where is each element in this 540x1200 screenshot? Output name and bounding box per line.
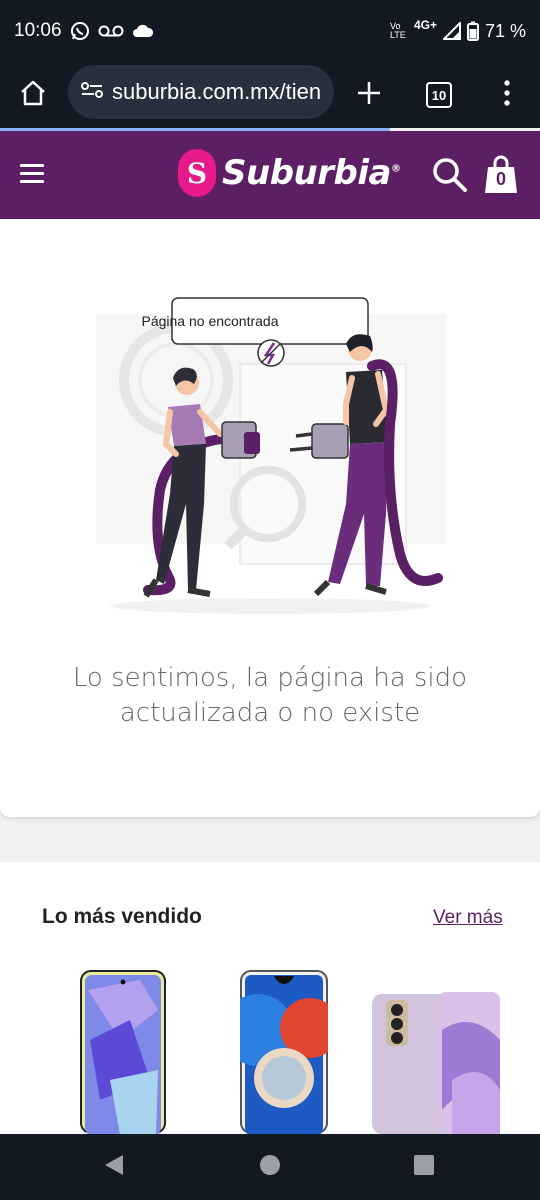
status-bar: 10:06 Vo LTE 4G+ 71 % xyxy=(0,0,540,62)
cart-count: 0 xyxy=(495,169,506,189)
android-nav-bar xyxy=(0,1134,540,1200)
volte-icon: Vo LTE xyxy=(389,21,406,40)
home-icon xyxy=(19,79,47,112)
product-image xyxy=(372,992,500,1134)
tabs-button[interactable]: 10 xyxy=(406,62,472,128)
not-found-bubble: Página no encontrada xyxy=(141,313,279,329)
section-title: Lo más vendido xyxy=(42,905,202,928)
logo-text: Suburbia® xyxy=(222,153,401,193)
hamburger-menu-icon[interactable] xyxy=(20,164,44,184)
home-nav-button[interactable] xyxy=(230,1134,310,1200)
tabs-icon: 10 xyxy=(426,82,452,108)
product-card[interactable] xyxy=(222,970,340,1139)
recents-button[interactable] xyxy=(384,1134,464,1200)
back-icon xyxy=(103,1153,125,1182)
battery-icon xyxy=(466,21,479,41)
suburbia-logo[interactable]: S Suburbia® xyxy=(178,149,401,197)
error-card: Página no encontrada Lo sentimos, la pág… xyxy=(0,219,540,817)
battery-percent: 71 % xyxy=(484,20,526,41)
address-bar[interactable]: suburbia.com.mx/tien xyxy=(68,65,334,119)
error-message: Lo sentimos, la página ha sido actualiza… xyxy=(72,663,468,728)
site-settings-icon[interactable] xyxy=(80,80,104,105)
signal-icon xyxy=(442,22,461,40)
product-card[interactable] xyxy=(372,970,500,1139)
product-image xyxy=(80,970,166,1135)
menu-button[interactable] xyxy=(474,62,540,128)
whatsapp-icon xyxy=(70,21,90,41)
new-tab-button[interactable] xyxy=(336,62,402,128)
logo-mark: S xyxy=(178,149,216,197)
recents-icon xyxy=(413,1154,435,1181)
menu-dots-icon xyxy=(503,79,511,111)
back-button[interactable] xyxy=(74,1134,154,1200)
home-circle-icon xyxy=(259,1154,281,1181)
status-time: 10:06 xyxy=(14,20,62,41)
new-tab-icon xyxy=(356,80,382,111)
network-type: 4G+ xyxy=(413,18,437,32)
search-icon[interactable] xyxy=(432,157,468,198)
cloud-icon xyxy=(132,24,154,38)
browser-toolbar: suburbia.com.mx/tien 10 xyxy=(0,62,540,128)
see-more-link[interactable]: Ver más xyxy=(433,907,503,929)
site-header: S Suburbia® 0 xyxy=(0,131,540,219)
product-card[interactable] xyxy=(80,970,166,1139)
url-text[interactable]: suburbia.com.mx/tien xyxy=(112,79,321,105)
voicemail-icon xyxy=(98,24,124,38)
tab-count: 10 xyxy=(431,87,447,103)
product-image xyxy=(222,970,340,1135)
shopping-bag-icon[interactable]: 0 xyxy=(484,155,518,195)
bestsellers-section: Lo más vendido Ver más xyxy=(0,862,540,1135)
home-button[interactable] xyxy=(0,62,66,128)
